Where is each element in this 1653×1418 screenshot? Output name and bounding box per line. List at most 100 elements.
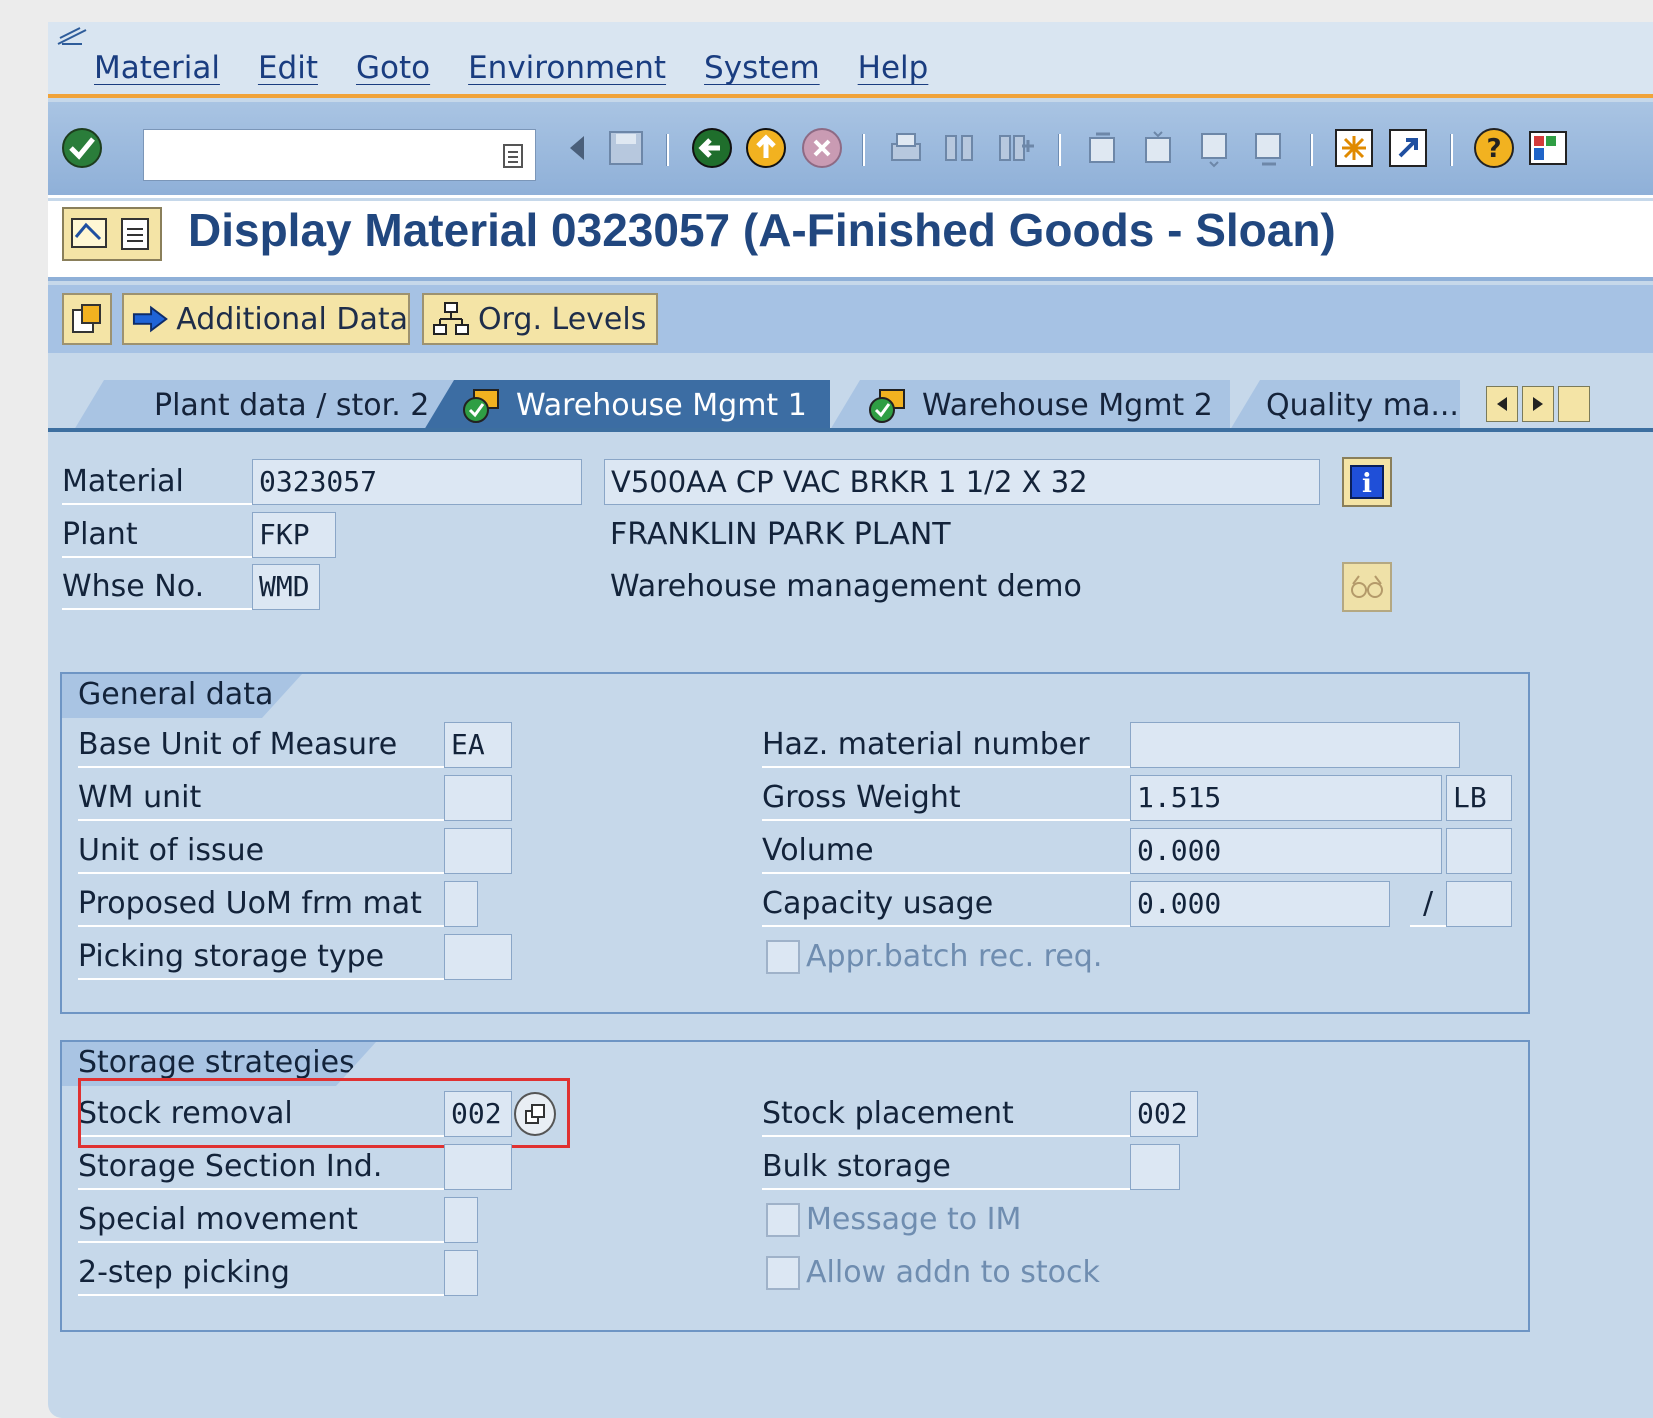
toolbar-separator bbox=[666, 134, 669, 166]
material-description-field[interactable]: V500AA CP VAC BRKR 1 1/2 X 32 bbox=[604, 459, 1320, 505]
base-uom-label: Base Unit of Measure bbox=[78, 722, 444, 768]
volume-field[interactable]: 0.000 bbox=[1130, 828, 1442, 874]
gross-weight-field[interactable]: 1.515 bbox=[1130, 775, 1442, 821]
unit-of-issue-label: Unit of issue bbox=[78, 828, 444, 874]
views-icon bbox=[72, 304, 101, 333]
command-field[interactable] bbox=[143, 129, 536, 181]
sap-logo-icon bbox=[57, 27, 87, 45]
picking-storage-type-field[interactable] bbox=[444, 934, 512, 980]
org-hierarchy-icon bbox=[433, 302, 469, 335]
tab-list-button[interactable] bbox=[1558, 386, 1590, 422]
menu-material[interactable]: Material bbox=[94, 50, 220, 86]
wm-unit-field[interactable] bbox=[444, 775, 512, 821]
whse-no-label: Whse No. bbox=[62, 564, 252, 610]
allow-addn-label: Allow addn to stock bbox=[806, 1255, 1100, 1290]
base-uom-field[interactable]: EA bbox=[444, 722, 512, 768]
tab-label: Plant data / stor. 2 bbox=[154, 387, 430, 423]
page-title: Display Material 0323057 (A-Finished Goo… bbox=[188, 204, 1336, 256]
storage-section-ind-label: Storage Section Ind. bbox=[78, 1144, 444, 1190]
message-to-im-checkbox bbox=[766, 1203, 800, 1237]
appr-batch-checkbox bbox=[766, 940, 800, 974]
back-icon[interactable] bbox=[690, 126, 734, 170]
haz-material-label: Haz. material number bbox=[762, 722, 1130, 768]
tab-quality-management[interactable]: Quality ma... bbox=[1230, 380, 1460, 430]
last-page-icon bbox=[1255, 133, 1281, 166]
other-material-button[interactable] bbox=[62, 207, 162, 261]
menu-help[interactable]: Help bbox=[858, 50, 929, 86]
create-session-icon[interactable] bbox=[1332, 126, 1376, 170]
capacity-separator: / bbox=[1410, 881, 1446, 927]
display-change-icon bbox=[71, 218, 149, 250]
plant-field[interactable]: FKP bbox=[252, 512, 336, 558]
weight-unit-field[interactable]: LB bbox=[1446, 775, 1512, 821]
toolbar-separator bbox=[862, 134, 865, 166]
info-button[interactable]: i bbox=[1342, 457, 1392, 507]
volume-label: Volume bbox=[762, 828, 1130, 874]
sap-window: Material Edit Goto Environment System He… bbox=[48, 22, 1653, 1418]
bulk-storage-label: Bulk storage bbox=[762, 1144, 1130, 1190]
volume-unit-field[interactable] bbox=[1446, 828, 1512, 874]
special-movement-label: Special movement bbox=[78, 1197, 444, 1243]
capacity-usage-field[interactable]: 0.000 bbox=[1130, 881, 1390, 927]
toolbar-separator bbox=[1058, 134, 1061, 166]
allow-addn-checkbox bbox=[766, 1256, 800, 1290]
plant-description: FRANKLIN PARK PLANT bbox=[610, 517, 951, 552]
exit-icon[interactable] bbox=[744, 126, 788, 170]
two-step-picking-field[interactable] bbox=[444, 1250, 478, 1296]
storage-section-ind-field[interactable] bbox=[444, 1144, 512, 1190]
tab-label: Warehouse Mgmt 1 bbox=[516, 387, 807, 423]
enter-check-icon[interactable] bbox=[60, 126, 104, 170]
glasses-button[interactable] bbox=[1342, 562, 1392, 612]
tab-warehouse-mgmt-2[interactable]: Warehouse Mgmt 2 bbox=[830, 380, 1230, 430]
material-field[interactable]: 0323057 bbox=[252, 459, 582, 505]
select-views-button[interactable] bbox=[62, 293, 112, 345]
command-history-icon[interactable] bbox=[501, 142, 525, 170]
tab-warehouse-mgmt-1[interactable]: Warehouse Mgmt 1 bbox=[424, 380, 830, 430]
info-icon: i bbox=[1350, 465, 1384, 499]
message-to-im-label: Message to IM bbox=[806, 1202, 1022, 1237]
picking-storage-type-label: Picking storage type bbox=[78, 934, 444, 980]
find-icon bbox=[945, 135, 973, 161]
glasses-icon bbox=[1351, 575, 1383, 598]
menu-environment[interactable]: Environment bbox=[468, 50, 666, 86]
shortcut-icon[interactable] bbox=[1386, 126, 1430, 170]
tab-scroll-right-button[interactable] bbox=[1522, 386, 1554, 422]
tab-strip: Plant data / stor. 2 Warehouse Mgmt 1 Wa… bbox=[48, 362, 1653, 432]
haz-material-field[interactable] bbox=[1130, 722, 1460, 768]
bulk-storage-field[interactable] bbox=[1130, 1144, 1180, 1190]
capacity-usage-label: Capacity usage bbox=[762, 881, 1130, 927]
additional-data-button[interactable]: Additional Data bbox=[122, 293, 410, 345]
tab-label: Warehouse Mgmt 2 bbox=[922, 387, 1213, 423]
whse-no-field[interactable]: WMD bbox=[252, 564, 320, 610]
wm-unit-label: WM unit bbox=[78, 775, 444, 821]
tab-label: Quality ma... bbox=[1266, 387, 1459, 423]
application-toolbar: Additional Data Org. Levels bbox=[48, 285, 1653, 353]
special-movement-field[interactable] bbox=[444, 1197, 478, 1243]
standard-toolbar: ? bbox=[48, 102, 1653, 198]
capacity-unit-field[interactable] bbox=[1446, 881, 1512, 927]
stock-placement-field[interactable]: 002 bbox=[1130, 1091, 1198, 1137]
help-icon[interactable]: ? bbox=[1472, 126, 1516, 170]
menu-bar: Material Edit Goto Environment System He… bbox=[48, 22, 1653, 98]
first-page-icon bbox=[1089, 132, 1115, 163]
find-next-icon bbox=[999, 135, 1034, 161]
org-levels-button[interactable]: Org. Levels bbox=[422, 293, 658, 345]
arrow-right-icon bbox=[132, 305, 168, 333]
proposed-uom-field[interactable] bbox=[444, 881, 478, 927]
menu-system[interactable]: System bbox=[704, 50, 820, 86]
menu-goto[interactable]: Goto bbox=[356, 50, 430, 86]
maintained-check-icon bbox=[463, 389, 499, 423]
layout-menu-icon[interactable] bbox=[1526, 126, 1570, 170]
tab-scroll-left-button[interactable] bbox=[1486, 386, 1518, 422]
menu-edit[interactable]: Edit bbox=[258, 50, 318, 86]
additional-data-label: Additional Data bbox=[176, 301, 408, 337]
print-icon bbox=[891, 133, 921, 161]
toolbar-separator bbox=[1310, 134, 1313, 166]
cancel-icon bbox=[802, 128, 842, 168]
svg-text:i: i bbox=[1362, 469, 1372, 499]
next-page-icon bbox=[1201, 133, 1227, 168]
unit-of-issue-field[interactable] bbox=[444, 828, 512, 874]
tab-plant-data-stor-2[interactable]: Plant data / stor. 2 bbox=[124, 380, 454, 430]
triangle-left-icon bbox=[1497, 397, 1507, 411]
triangle-left-icon[interactable] bbox=[556, 126, 600, 170]
